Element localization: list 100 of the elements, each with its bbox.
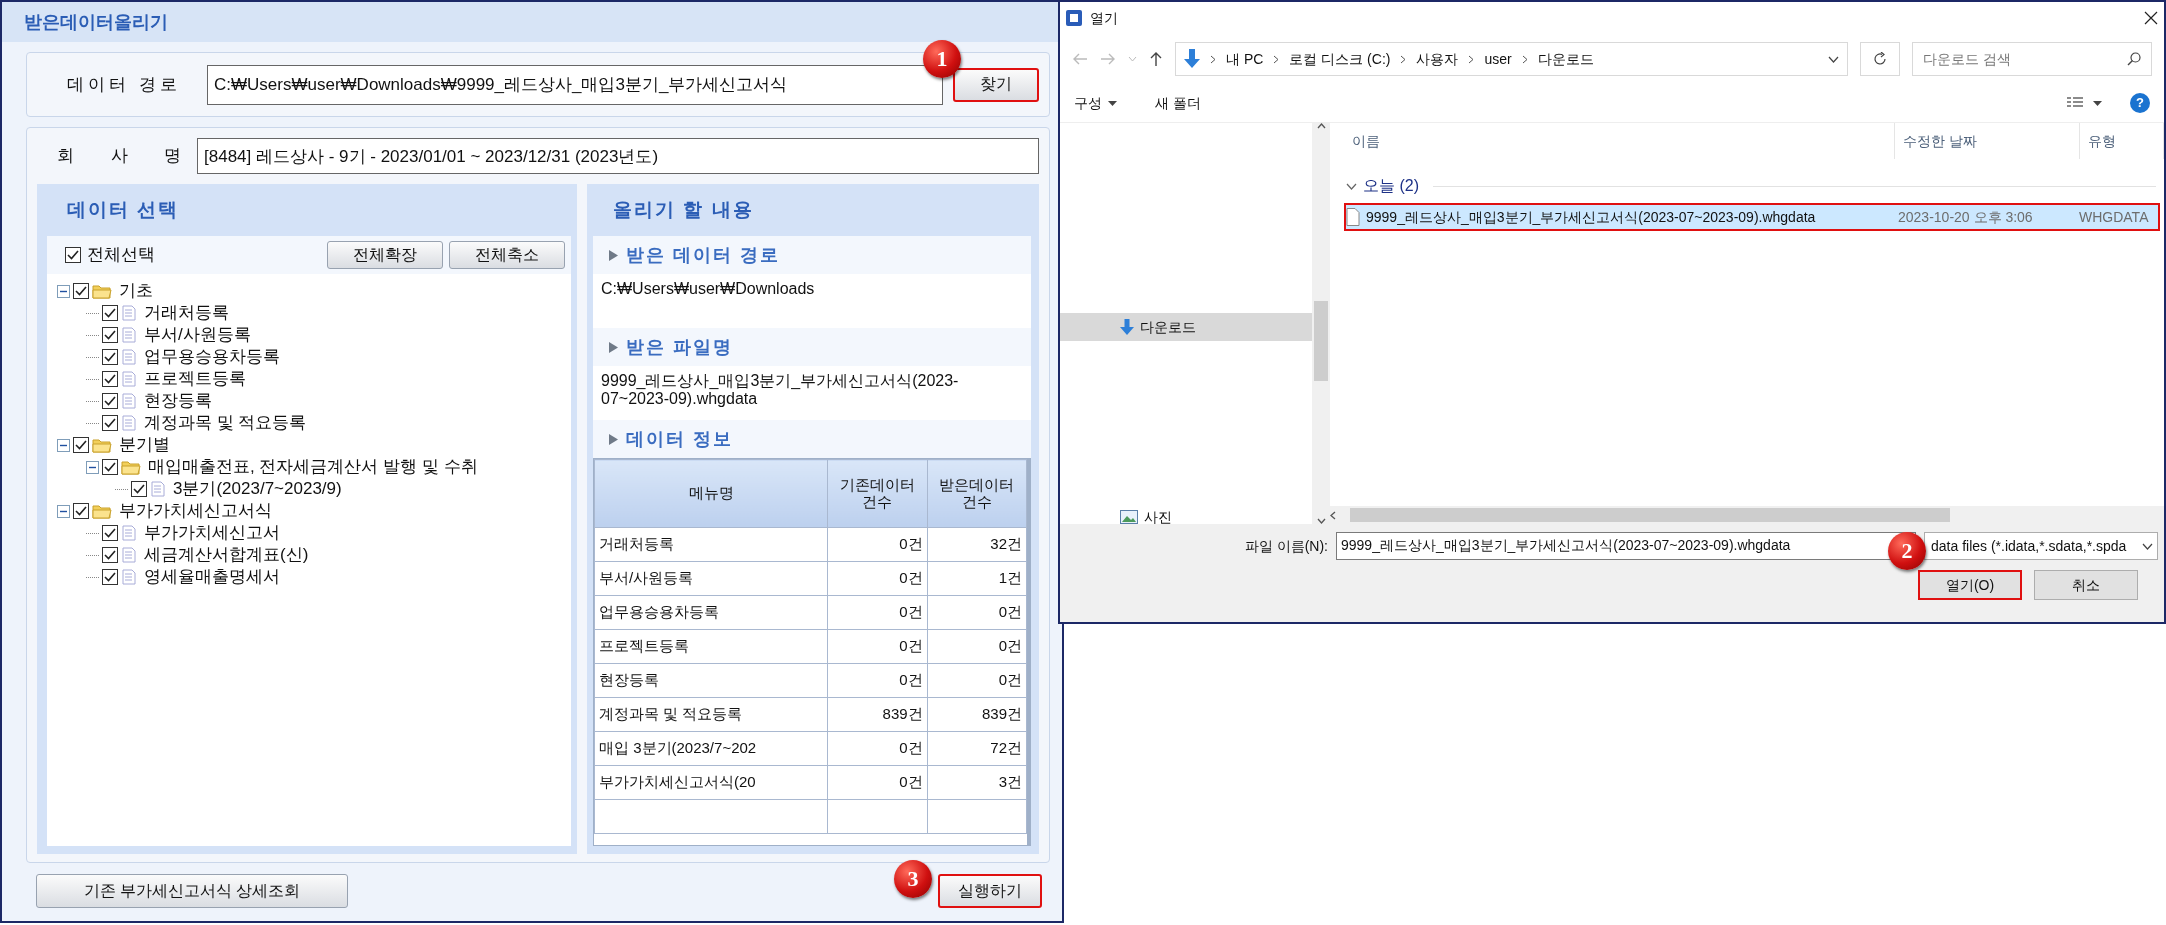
checkbox[interactable]	[102, 371, 118, 387]
search-placeholder: 다운로드 검색	[1923, 49, 2011, 69]
table-cell: 0건	[827, 731, 928, 766]
checkbox[interactable]	[102, 459, 118, 475]
document-icon	[121, 415, 137, 431]
close-icon[interactable]	[2144, 11, 2158, 25]
checkbox[interactable]	[102, 393, 118, 409]
document-icon	[121, 327, 137, 343]
file-row[interactable]: 9999_레드상사_매입3분기_부가세신고서식(2023-07~2023-09).whgdata 2023-10-20 오후 3:06 WHGDATA	[1344, 203, 2160, 231]
nav-item[interactable]: 사진	[1060, 503, 1312, 524]
table-cell: 매입 3분기(2023/7~202	[594, 731, 828, 766]
checkbox[interactable]	[102, 305, 118, 321]
select-all-label: 전체선택	[87, 244, 155, 267]
chevron-down-icon[interactable]	[1346, 182, 1357, 190]
run-button[interactable]: 실행하기	[938, 874, 1042, 908]
checkbox[interactable]	[102, 569, 118, 585]
column-header[interactable]: 이름	[1330, 123, 1895, 159]
column-header: 기존데이터 건수	[827, 459, 928, 528]
chevron-left-icon	[1330, 510, 1336, 520]
dialog-title: 열기	[1090, 8, 1119, 28]
address-bar[interactable]: 내 PC 로컬 디스크 (C:) 사용자 user 다운로드	[1175, 42, 1848, 76]
expander-icon[interactable]	[57, 284, 70, 298]
chevron-down-icon[interactable]	[1828, 55, 1839, 63]
path-value: C:₩Users₩user₩Downloads	[600, 279, 816, 299]
company-field[interactable]: [8484] 레드상사 - 9기 - 2023/01/01 ~ 2023/12/31 (2023년도)	[197, 138, 1039, 174]
column-header: 받은데이터 건수	[927, 459, 1027, 528]
checkbox[interactable]	[102, 547, 118, 563]
section-title: 데이터 정보	[626, 427, 733, 451]
help-button[interactable]: ?	[2130, 93, 2150, 113]
scrollbar-thumb[interactable]	[1350, 508, 1950, 522]
checkbox[interactable]	[73, 437, 89, 453]
table-cell: 0건	[827, 561, 928, 596]
table-cell: 72건	[927, 731, 1027, 766]
scrollbar-thumb[interactable]	[1314, 301, 1328, 381]
panel-title: 데이터 선택	[67, 197, 180, 222]
step-badge: 2	[1888, 532, 1926, 570]
folder-icon	[92, 437, 112, 453]
breadcrumb-item[interactable]: user	[1484, 48, 1512, 70]
breadcrumb-item[interactable]: 로컬 디스크 (C:)	[1289, 48, 1391, 70]
toolbar-button[interactable]: 새 폴더	[1155, 92, 1201, 114]
breadcrumb-item[interactable]: 내 PC	[1226, 48, 1264, 70]
nav-item[interactable]: 다운로드	[1060, 313, 1312, 341]
download-arrow-icon	[1120, 318, 1134, 336]
toolbar-button[interactable]: 구성	[1074, 92, 1117, 114]
document-icon	[121, 305, 137, 321]
step-badge: 3	[894, 860, 932, 898]
table-cell: 1건	[927, 561, 1027, 596]
table-cell: 839건	[827, 697, 928, 732]
cancel-button[interactable]: 취소	[2034, 570, 2138, 600]
checkbox[interactable]	[73, 283, 89, 299]
section-title: 받은 데이터 경로	[626, 243, 780, 267]
checkbox[interactable]	[102, 415, 118, 431]
browse-button[interactable]: 찾기	[953, 67, 1039, 102]
table-cell: 0건	[827, 663, 928, 698]
checkbox[interactable]	[102, 525, 118, 541]
table-cell: 업무용승용차등록	[594, 595, 828, 630]
expander-icon[interactable]	[57, 438, 70, 452]
expander-icon[interactable]	[57, 504, 70, 518]
folder-icon	[92, 283, 112, 299]
table-cell: 프로젝트등록	[594, 629, 828, 664]
file-type: WHGDATA	[2078, 207, 2149, 227]
chevron-right-icon	[1468, 54, 1475, 64]
horizontal-scrollbar[interactable]	[1330, 506, 2164, 524]
search-field[interactable]: 다운로드 검색	[1912, 42, 2152, 76]
table-cell: 0건	[927, 663, 1027, 698]
breadcrumb-item[interactable]: 다운로드	[1537, 48, 1594, 70]
checkbox[interactable]	[131, 481, 147, 497]
open-button[interactable]: 열기(O)	[1918, 570, 2022, 600]
group-header[interactable]: 오늘 (2)	[1363, 174, 1419, 198]
column-header[interactable]: 수정한 날짜	[1895, 123, 2080, 159]
refresh-icon	[1873, 52, 1887, 66]
view-options-icon[interactable]	[2067, 97, 2083, 109]
panel-title: 올리기 할 내용	[613, 197, 754, 222]
table-cell: 부서/사원등록	[594, 561, 828, 596]
checkbox[interactable]	[102, 349, 118, 365]
folder-icon	[121, 459, 141, 475]
triangle-icon	[609, 341, 618, 353]
tree-toggle-button[interactable]: 전체축소	[449, 240, 565, 270]
detail-button[interactable]: 기존 부가세신고서식 상세조회	[36, 874, 348, 908]
refresh-button[interactable]	[1860, 42, 1900, 76]
select-all-checkbox[interactable]	[65, 247, 81, 263]
column-header[interactable]: 유형	[2080, 123, 2164, 159]
dialog-title: 받은데이터올리기	[24, 10, 168, 34]
vertical-scrollbar[interactable]	[1312, 123, 1330, 524]
search-icon	[2127, 52, 2141, 66]
table-cell: 계정과목 및 적요등록	[594, 697, 828, 732]
breadcrumb-item[interactable]: 사용자	[1416, 48, 1459, 70]
up-arrow-icon[interactable]	[1149, 51, 1163, 67]
tree-toggle-button[interactable]: 전체확장	[327, 240, 443, 270]
document-icon	[121, 393, 137, 409]
table-cell: 현장등록	[594, 663, 828, 698]
checkbox[interactable]	[73, 503, 89, 519]
checkbox[interactable]	[102, 327, 118, 343]
expander-icon[interactable]	[86, 460, 99, 474]
column-header: 메뉴명	[594, 459, 828, 528]
caret-icon[interactable]	[2093, 100, 2102, 106]
company-label: 회 사 명	[57, 145, 197, 168]
file-type-dropdown[interactable]: data files (*.idata,*.sdata,*.spda	[1924, 532, 2158, 560]
chevron-right-icon	[1273, 54, 1280, 64]
table-cell: 0건	[927, 595, 1027, 630]
